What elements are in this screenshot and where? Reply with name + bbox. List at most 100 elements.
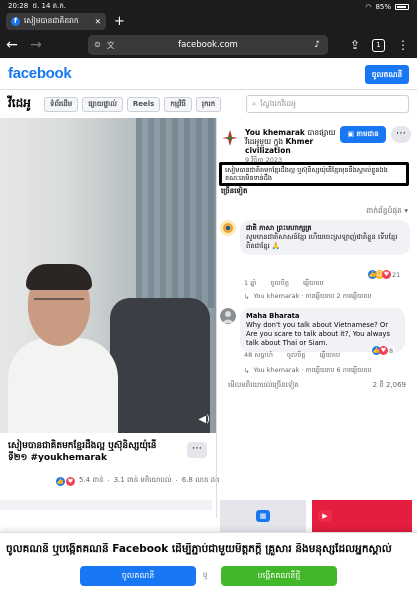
commenter-name[interactable]: Maha Bharata: [246, 312, 399, 321]
video-curtain: [136, 118, 216, 308]
commenter-avatar[interactable]: [220, 220, 236, 236]
tab-home[interactable]: ទំព័រដើម: [44, 96, 79, 112]
love-reaction-icon: ♥: [379, 346, 388, 355]
tab-shows[interactable]: កម្មវិធី: [164, 96, 192, 112]
status-time: 20:28: [8, 2, 29, 10]
like-reaction-icon: 👍: [56, 476, 65, 486]
volume-icon[interactable]: ◀): [198, 414, 210, 425]
facebook-logo[interactable]: facebook: [8, 65, 72, 82]
tab-title: សៀមបានជាគិតរាក: [24, 16, 79, 25]
banner-login-button[interactable]: ចូលគណនី: [80, 566, 196, 586]
comment-item: Maha Bharata Why don't you talk about Vi…: [220, 308, 412, 378]
page-logo-icon[interactable]: [220, 128, 240, 148]
battery-percent: 85%: [375, 3, 391, 11]
battery-icon: [395, 4, 409, 10]
column-divider: [216, 118, 217, 518]
comment-meta: 48 សប្ដាហ៍ ចូលចិត្ត ឆ្លើយតប: [244, 351, 340, 361]
new-tab-icon[interactable]: +: [114, 14, 125, 29]
search-icon: ⌕: [252, 99, 257, 108]
share-icon[interactable]: ⇪: [350, 38, 360, 52]
view-count-stat: 6.8 លាន ដង: [181, 476, 220, 484]
more-comments-link[interactable]: មើលមតិយោបល់ច្រើនទៀត: [228, 381, 299, 391]
browser-chrome: 20:28 ថ. 14 ត.ក. ◠ 85% f សៀមបានជាគិតរាក …: [0, 0, 417, 58]
comment-text: Why don't you talk about Vietnamese? Or …: [246, 321, 390, 347]
tab-reels[interactable]: Reels: [126, 96, 161, 112]
site-settings-icon[interactable]: ⊜: [94, 40, 101, 51]
see-more-link[interactable]: ច្រើនទៀត: [221, 187, 247, 197]
tab-bar: f សៀមបានជាគិតរាក ✕ +: [0, 12, 417, 31]
love-reaction-icon: ♥: [66, 476, 75, 486]
follow-button[interactable]: ▣ តាមដាន: [340, 126, 386, 143]
comment-reply-link[interactable]: ឆ្លើយតប: [303, 279, 324, 289]
comment-reactions[interactable]: 👍 ♥ 8: [370, 346, 396, 355]
reply-thread-link[interactable]: ↳ You khemarak · ការឆ្លើយតប 2 ការឆ្លើយតប: [244, 292, 372, 302]
search-placeholder: ស្វែងរកវីដេអូ: [260, 98, 296, 108]
status-bar: 20:28 ថ. 14 ត.ក. ◠ 85%: [8, 2, 409, 12]
suggested-card[interactable]: ▦: [220, 500, 306, 532]
menu-icon[interactable]: ⋮: [397, 38, 409, 52]
back-icon[interactable]: ←: [0, 37, 24, 53]
reaction-count[interactable]: 5.4 ពាន់: [79, 476, 103, 486]
comment-reactions[interactable]: 👍 ☺ ♥ 21: [366, 270, 403, 279]
wifi-icon: ◠: [365, 3, 372, 11]
post-more-options-button[interactable]: ⋯: [391, 126, 411, 143]
tab-switcher-icon[interactable]: 1: [372, 38, 385, 52]
close-tab-icon[interactable]: ✕: [95, 17, 101, 26]
commenter-avatar[interactable]: [220, 308, 236, 324]
comment-text: សូមមានជាតិសាសន៍ខ្មែរ ហើយចេះស្រឡាញ់ជាតិខ្…: [246, 233, 398, 250]
address-bar[interactable]: ⊜ 文 facebook.com ♪: [88, 35, 328, 55]
comment-age[interactable]: 1 ឆ្នាំ: [244, 279, 256, 289]
header-login-button[interactable]: ចូលគណនី: [365, 65, 409, 84]
post-author: You khemarak បានផ្សាយវីដេអូមួយ ក្នុង Khm…: [218, 126, 412, 164]
translate-icon[interactable]: 文: [107, 40, 115, 51]
comment-item: ជាតិ ភាសា ព្រះមហាក្សត្រ សូមមានជាតិសាសន៍ខ…: [220, 220, 412, 302]
video-section-title: វីដេអូ: [8, 96, 31, 110]
post-description-highlighted: សៀមបានជាគិតមកខ្មែរដឹងល្អ ឬស៊ុនិស្សយ៉ុនើខ…: [219, 162, 409, 186]
love-reaction-icon: ♥: [382, 270, 391, 279]
author-name[interactable]: You khemarak: [245, 128, 305, 137]
person-shirt: [8, 338, 118, 433]
microphone-icon[interactable]: ♪: [314, 40, 320, 50]
video-more-options-button[interactable]: ⋯: [187, 442, 207, 458]
comment-count-stat[interactable]: 3.1 ពាន់ មតិយោបល់: [114, 476, 172, 486]
forward-icon[interactable]: →: [24, 37, 48, 53]
reply-thread-text: You khemarak · ការឆ្លើយតប 6 ការឆ្លើយតប: [253, 366, 372, 374]
status-date: ថ. 14 ត.ក.: [32, 2, 67, 10]
video-search-input[interactable]: ⌕ ស្វែងរកវីដេអូ: [246, 95, 409, 113]
comment-like-link[interactable]: ចូលចិត្ត: [287, 351, 306, 361]
url-row: ← → ⊜ 文 facebook.com ♪ ⇪ 1 ⋮: [0, 33, 417, 57]
reply-arrow-icon: ↳: [244, 367, 250, 375]
commenter-name[interactable]: ជាតិ ភាសា ព្រះមហាក្សត្រ: [246, 224, 404, 233]
video-player[interactable]: ◀): [0, 118, 216, 433]
video-caption: សៀមបានជាគិតមកខ្មែរដឹងល្អ ឬស៊ុនិស្សយ៉ុនើ …: [8, 440, 178, 464]
banner-or-label: ឬ: [203, 571, 208, 579]
comment-meta: 1 ឆ្នាំ ចូលចិត្ត ឆ្លើយតប: [244, 279, 324, 289]
browser-tab[interactable]: f សៀមបានជាគិតរាក ✕: [6, 13, 106, 30]
live-video-icon: ▶: [318, 510, 332, 522]
facebook-header: facebook ចូលគណនី: [0, 58, 417, 90]
reply-thread-text: You khemarak · ការឆ្លើយតប 2 ការឆ្លើយតប: [253, 292, 372, 300]
video-nav: វីដេអូ ទំព័រដើម ផ្សាយផ្ទាល់ Reels កម្មវិ…: [0, 92, 417, 116]
comment-sort-dropdown[interactable]: ពាក់ព័ន្ធបំផុត ▾: [218, 206, 412, 217]
follow-label: តាមដាន: [356, 130, 379, 138]
video-chair: [110, 298, 210, 433]
video-stats: 👍 ♥ 5.4 ពាន់ · 3.1 ពាន់ មតិយោបល់ · 6.8 ល…: [56, 476, 220, 486]
login-banner: ចូលគណនី ឬបង្កើតគណនី Facebook ដើម្បីភ្ជាប…: [0, 532, 417, 600]
person-hair: [26, 264, 92, 290]
video-hashtag[interactable]: #youkhemarak: [30, 453, 106, 463]
reply-thread-link[interactable]: ↳ You khemarak · ការឆ្លើយតប 6 ការឆ្លើយតប: [244, 366, 372, 376]
comment-bubble: ជាតិ ភាសា ព្រះមហាក្សត្រ សូមមានជាតិសាសន៍ខ…: [240, 220, 410, 255]
calendar-icon: ▦: [256, 510, 270, 522]
create-account-button[interactable]: បង្កើតគណនីថ្មី: [221, 566, 337, 586]
comment-reply-link[interactable]: ឆ្លើយតប: [319, 351, 340, 361]
author-line: You khemarak បានផ្សាយវីដេអូមួយ ក្នុង Khm…: [245, 128, 345, 155]
comment-like-link[interactable]: ចូលចិត្ត: [270, 279, 289, 289]
suggested-card[interactable]: ▶: [312, 500, 412, 532]
url-text: facebook.com: [178, 40, 238, 50]
person-glasses: [34, 298, 84, 310]
video-person: [8, 264, 118, 433]
tab-explore[interactable]: រុករក: [195, 96, 222, 112]
comment-age[interactable]: 48 សប្ដាហ៍: [244, 351, 273, 361]
tab-live[interactable]: ផ្សាយផ្ទាល់: [82, 96, 123, 112]
facebook-favicon-icon: f: [11, 17, 20, 26]
